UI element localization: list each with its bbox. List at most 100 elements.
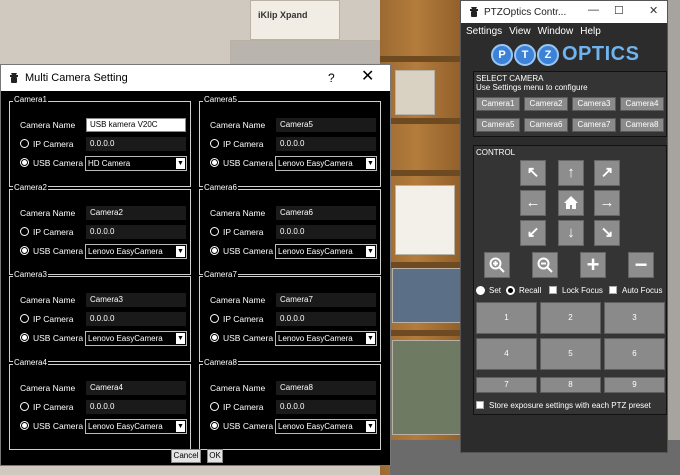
menu-help[interactable]: Help [580, 26, 601, 37]
control-heading: CONTROL [476, 148, 516, 157]
select-camera-3-button[interactable]: Camera3 [572, 97, 616, 111]
preset-1-button[interactable]: 1 [476, 302, 537, 334]
minimize-button[interactable]: — [588, 4, 599, 16]
preset-3-button[interactable]: 3 [604, 302, 665, 334]
select-camera-panel: SELECT CAMERA Use Settings menu to confi… [473, 71, 667, 137]
set-label: Set [489, 286, 502, 295]
control-panel: CONTROL ↖ ↑ ↗ ← → ↙ ↓ ↘ + − Set Recall L… [473, 145, 667, 415]
preset-4-button[interactable]: 4 [476, 338, 537, 370]
menu-settings[interactable]: Settings [466, 26, 502, 37]
pan-up-left-button[interactable]: ↖ [520, 160, 546, 186]
tilt-down-button[interactable]: ↓ [558, 220, 584, 246]
home-button[interactable] [558, 190, 584, 216]
lock-focus-checkbox[interactable] [549, 286, 557, 294]
usb-camera-radio[interactable] [210, 246, 219, 255]
cancel-button[interactable]: Cancel [171, 449, 201, 463]
ip-address-input[interactable]: 0.0.0.0 [276, 400, 376, 414]
pan-right-button[interactable]: → [594, 190, 620, 216]
camera-name-input[interactable]: USB kamera V20C [86, 118, 186, 132]
preset-9-button[interactable]: 9 [604, 377, 665, 393]
usb-camera-label: USB Camera [223, 333, 274, 343]
usb-device-select[interactable]: HD Camera ▼ [85, 156, 187, 171]
focus-minus-button[interactable]: − [628, 252, 654, 278]
preset-8-button[interactable]: 8 [540, 377, 601, 393]
usb-device-value: HD Camera [88, 159, 131, 168]
select-camera-4-button[interactable]: Camera4 [620, 97, 664, 111]
usb-camera-radio[interactable] [20, 333, 29, 342]
camera-group-label: Camera8 [203, 358, 238, 367]
usb-device-select[interactable]: Lenovo EasyCamera ▼ [275, 331, 377, 346]
maximize-button[interactable]: ☐ [614, 4, 624, 17]
store-exposure-checkbox[interactable] [476, 401, 484, 409]
window-close-button[interactable]: ✕ [649, 4, 658, 17]
ip-address-input[interactable]: 0.0.0.0 [276, 137, 376, 151]
lock-focus-label: Lock Focus [562, 286, 603, 295]
usb-device-select[interactable]: Lenovo EasyCamera ▼ [85, 331, 187, 346]
recall-radio[interactable] [506, 286, 515, 295]
select-camera-5-button[interactable]: Camera5 [476, 118, 520, 132]
ip-camera-radio[interactable] [210, 402, 219, 411]
focus-plus-button[interactable]: + [580, 252, 606, 278]
usb-camera-radio[interactable] [20, 421, 29, 430]
ip-camera-radio[interactable] [20, 402, 29, 411]
usb-device-select[interactable]: Lenovo EasyCamera ▼ [275, 419, 377, 434]
ip-address-input[interactable]: 0.0.0.0 [86, 400, 186, 414]
preset-5-button[interactable]: 5 [540, 338, 601, 370]
auto-focus-checkbox[interactable] [609, 286, 617, 294]
usb-device-select[interactable]: Lenovo EasyCamera ▼ [85, 244, 187, 259]
ip-camera-radio[interactable] [210, 227, 219, 236]
pan-down-left-button[interactable]: ↙ [520, 220, 546, 246]
ip-camera-radio[interactable] [20, 139, 29, 148]
ip-camera-radio[interactable] [210, 139, 219, 148]
pan-up-right-button[interactable]: ↗ [594, 160, 620, 186]
select-camera-6-button[interactable]: Camera6 [524, 118, 568, 132]
select-camera-1-button[interactable]: Camera1 [476, 97, 520, 111]
ip-address-input[interactable]: 0.0.0.0 [86, 225, 186, 239]
ip-camera-label: IP Camera [33, 314, 74, 324]
ip-camera-radio[interactable] [210, 314, 219, 323]
usb-camera-radio[interactable] [210, 158, 219, 167]
usb-camera-radio[interactable] [210, 421, 219, 430]
zoom-in-button[interactable] [484, 252, 510, 278]
select-camera-7-button[interactable]: Camera7 [572, 118, 616, 132]
usb-device-select[interactable]: Lenovo EasyCamera ▼ [275, 156, 377, 171]
zoom-out-button[interactable] [532, 252, 558, 278]
usb-device-value: Lenovo EasyCamera [88, 334, 163, 343]
usb-device-select[interactable]: Lenovo EasyCamera ▼ [85, 419, 187, 434]
usb-camera-radio[interactable] [210, 333, 219, 342]
camera-group-label: Camera4 [13, 358, 48, 367]
menu-view[interactable]: View [509, 26, 531, 37]
ip-camera-radio[interactable] [20, 314, 29, 323]
pan-left-button[interactable]: ← [520, 190, 546, 216]
usb-camera-radio[interactable] [20, 158, 29, 167]
dialog-close-button[interactable]: ✕ [361, 68, 374, 86]
ok-button[interactable]: OK [207, 449, 223, 463]
tilt-up-button[interactable]: ↑ [558, 160, 584, 186]
ip-camera-label: IP Camera [33, 402, 74, 412]
preset-2-button[interactable]: 2 [540, 302, 601, 334]
preset-7-button[interactable]: 7 [476, 377, 537, 393]
camera-name-input[interactable]: Camera2 [86, 206, 186, 220]
select-camera-8-button[interactable]: Camera8 [620, 118, 664, 132]
menu-window[interactable]: Window [538, 26, 574, 37]
ip-camera-radio[interactable] [20, 227, 29, 236]
ip-address-input[interactable]: 0.0.0.0 [86, 137, 186, 151]
camera-name-input[interactable]: Camera8 [276, 381, 376, 395]
preset-6-button[interactable]: 6 [604, 338, 665, 370]
camera-name-input[interactable]: Camera7 [276, 293, 376, 307]
usb-camera-radio[interactable] [20, 246, 29, 255]
multi-camera-setting-dialog: Multi Camera Setting ? ✕ Camera1 Camera … [0, 64, 391, 466]
ip-address-input[interactable]: 0.0.0.0 [86, 312, 186, 326]
camera-name-input[interactable]: Camera3 [86, 293, 186, 307]
set-radio[interactable] [476, 286, 485, 295]
ip-camera-label: IP Camera [223, 139, 264, 149]
camera-name-input[interactable]: Camera6 [276, 206, 376, 220]
select-camera-2-button[interactable]: Camera2 [524, 97, 568, 111]
usb-device-select[interactable]: Lenovo EasyCamera ▼ [275, 244, 377, 259]
camera-name-input[interactable]: Camera4 [86, 381, 186, 395]
pan-down-right-button[interactable]: ↘ [594, 220, 620, 246]
help-button[interactable]: ? [328, 71, 335, 85]
ip-address-input[interactable]: 0.0.0.0 [276, 225, 376, 239]
ip-address-input[interactable]: 0.0.0.0 [276, 312, 376, 326]
camera-name-input[interactable]: Camera5 [276, 118, 376, 132]
